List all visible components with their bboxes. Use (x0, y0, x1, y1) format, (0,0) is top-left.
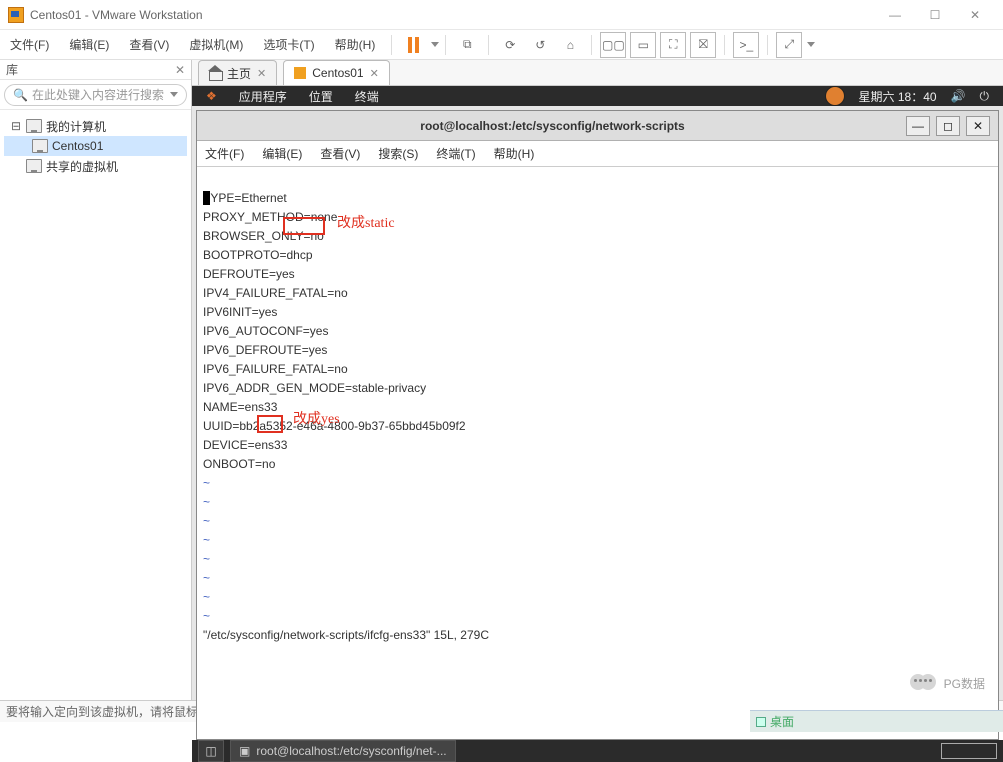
term-menu-search[interactable]: 搜索(S) (378, 145, 418, 162)
term-menu-help[interactable]: 帮助(H) (494, 145, 535, 162)
home-icon (209, 67, 221, 79)
show-windows-button[interactable]: ◫ (198, 740, 224, 762)
terminal-icon: ▣ (239, 744, 250, 758)
stretch-button[interactable]: ⤢ (776, 32, 802, 58)
tree-shared-vms[interactable]: 共享的虚拟机 (4, 156, 187, 176)
gnome-dock: ◫ ▣ root@localhost:/etc/sysconfig/net-..… (192, 740, 1003, 762)
annotation-box-no (257, 415, 283, 433)
single-view-button[interactable]: ▭ (630, 32, 656, 58)
unity-button[interactable]: ⛝ (690, 32, 716, 58)
console-button[interactable]: >_ (733, 32, 759, 58)
dropdown-icon[interactable] (807, 42, 815, 47)
window-title: Centos01 - VMware Workstation (30, 8, 203, 22)
vm-icon (294, 67, 306, 79)
vm-tree: ⊟ 我的计算机 Centos01 共享的虚拟机 (0, 110, 191, 182)
gnome-top-bar: ❖ 应用程序 位置 终端 星期六 18：40 🔊 ⏻ (192, 86, 1003, 106)
manage-snapshot-button[interactable]: ⌂ (557, 32, 583, 58)
pause-button[interactable] (400, 32, 426, 58)
annotation-box-dhcp (283, 217, 325, 235)
dropdown-icon[interactable] (170, 92, 178, 97)
terminal-window: root@localhost:/etc/sysconfig/network-sc… (196, 110, 999, 740)
menu-file[interactable]: 文件(F) (0, 36, 59, 53)
computer-icon (26, 119, 42, 133)
library-sidebar: 库 ✕ 🔍 在此处键入内容进行搜索 ⊟ 我的计算机 Centos01 共享的虚拟… (0, 60, 192, 700)
vm-icon (32, 139, 48, 153)
notification-icon[interactable] (825, 86, 845, 106)
search-placeholder: 在此处键入内容进行搜索 (32, 86, 164, 103)
gnome-places[interactable]: 位置 (309, 88, 333, 105)
terminal-body[interactable]: TYPE=Ethernet PROXY_METHOD=none BROWSER_… (197, 167, 998, 739)
minimize-button[interactable]: — (875, 1, 915, 29)
tree-my-computer[interactable]: ⊟ 我的计算机 (4, 116, 187, 136)
terminal-title: root@localhost:/etc/sysconfig/network-sc… (205, 119, 900, 133)
desktop-icon (756, 717, 766, 727)
term-menu-edit[interactable]: 编辑(E) (262, 145, 302, 162)
terminal-close-button[interactable]: ✕ (966, 116, 990, 136)
menu-help[interactable]: 帮助(H) (325, 36, 386, 53)
snapshot-button[interactable]: ⟳ (497, 32, 523, 58)
menu-vm[interactable]: 虚拟机(M) (179, 36, 253, 53)
term-menu-file[interactable]: 文件(F) (205, 145, 244, 162)
menu-view[interactable]: 查看(V) (119, 36, 179, 53)
revert-button[interactable]: ↺ (527, 32, 553, 58)
terminal-minimize-button[interactable]: — (906, 116, 930, 136)
close-button[interactable]: ✕ (955, 1, 995, 29)
search-icon: 🔍 (13, 88, 28, 102)
host-taskbar-fragment: 桌面 (750, 710, 1003, 732)
dock-task-terminal[interactable]: ▣ root@localhost:/etc/sysconfig/net-... (230, 740, 456, 762)
clock-label: 星期六 18：40 (859, 88, 937, 105)
terminal-maximize-button[interactable]: ◻ (936, 116, 960, 136)
gnome-terminal-menu[interactable]: 终端 (355, 88, 379, 105)
watermark: PG数据 (910, 672, 985, 694)
computer-icon (26, 159, 42, 173)
sidebar-close-icon[interactable]: ✕ (175, 63, 185, 77)
fullscreen-button[interactable]: ⛶ (660, 32, 686, 58)
power-icon[interactable]: ⏻ (980, 89, 990, 104)
wechat-icon (910, 672, 938, 694)
menubar: 文件(F) 编辑(E) 查看(V) 虚拟机(M) 选项卡(T) 帮助(H) ⧉ … (0, 30, 1003, 60)
close-icon[interactable]: ✕ (370, 67, 379, 80)
menu-edit[interactable]: 编辑(E) (59, 36, 119, 53)
term-menu-view[interactable]: 查看(V) (320, 145, 360, 162)
search-input[interactable]: 🔍 在此处键入内容进行搜索 (4, 84, 187, 106)
terminal-titlebar: root@localhost:/etc/sysconfig/network-sc… (197, 111, 998, 141)
vi-status-line: "/etc/sysconfig/network-scripts/ifcfg-en… (203, 628, 489, 642)
send-cad-button[interactable]: ⧉ (454, 32, 480, 58)
tab-home[interactable]: 主页 ✕ (198, 60, 277, 85)
terminal-menubar: 文件(F) 编辑(E) 查看(V) 搜索(S) 终端(T) 帮助(H) (197, 141, 998, 167)
window-titlebar: Centos01 - VMware Workstation — ☐ ✕ (0, 0, 1003, 30)
workspace-indicator[interactable] (941, 743, 997, 759)
term-menu-terminal[interactable]: 终端(T) (436, 145, 475, 162)
sidebar-tab-label: 库 (6, 61, 18, 78)
thumbnail-view-button[interactable]: ▢▢ (600, 32, 626, 58)
maximize-button[interactable]: ☐ (915, 1, 955, 29)
volume-icon[interactable]: 🔊 (951, 89, 966, 103)
tab-row: 主页 ✕ Centos01 ✕ (192, 60, 1003, 86)
gnome-applications[interactable]: 应用程序 (239, 88, 287, 105)
close-icon[interactable]: ✕ (257, 67, 266, 80)
tree-vm-centos01[interactable]: Centos01 (4, 136, 187, 156)
annotation-text-yes: 改成yes (293, 411, 340, 429)
menu-tabs[interactable]: 选项卡(T) (253, 36, 324, 53)
dropdown-icon[interactable] (431, 42, 439, 47)
vm-content: 主页 ✕ Centos01 ✕ ❖ 应用程序 位置 终端 星期六 18：40 🔊… (192, 60, 1003, 700)
vmware-icon (8, 7, 24, 23)
annotation-text-static: 改成static (337, 215, 395, 233)
tab-centos01[interactable]: Centos01 ✕ (283, 60, 390, 85)
